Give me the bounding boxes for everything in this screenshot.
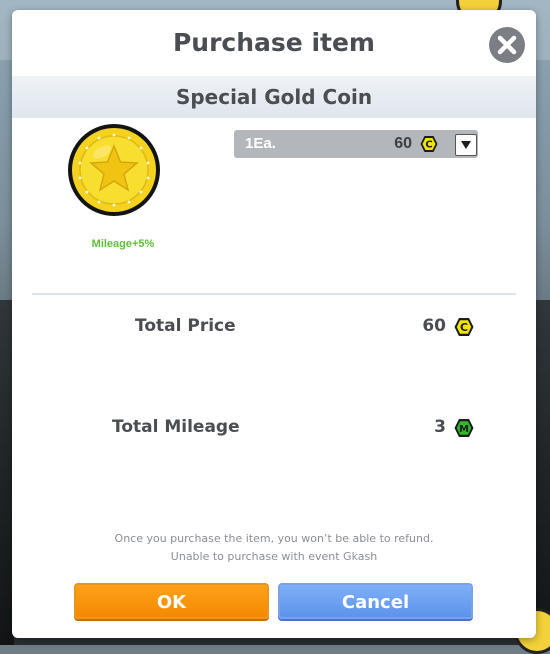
- svg-text:C: C: [425, 140, 432, 151]
- mileage-bonus-label: Mileage+5%: [91, 238, 155, 250]
- svg-text:M: M: [459, 424, 469, 435]
- section-divider: [32, 293, 516, 295]
- m-mileage-icon: M: [454, 419, 474, 437]
- dropdown-toggle[interactable]: [455, 134, 477, 156]
- close-button[interactable]: [489, 27, 525, 63]
- cancel-button[interactable]: Cancel: [278, 583, 473, 619]
- gkash-notice: Unable to purchase with event Gkash: [170, 550, 378, 563]
- item-name: Special Gold Coin: [12, 76, 536, 118]
- quantity-label: 1Ea.: [245, 135, 276, 152]
- ok-button[interactable]: OK: [74, 583, 269, 619]
- quantity-select[interactable]: 1Ea. 60 C: [234, 130, 478, 158]
- total-price-value: 60: [422, 316, 446, 336]
- c-coin-icon: C: [454, 318, 474, 336]
- total-price-label: Total Price: [135, 316, 236, 336]
- triangle-down-icon: [461, 141, 471, 149]
- total-mileage-label: Total Mileage: [112, 417, 240, 437]
- quantity-price: 60: [394, 135, 412, 152]
- refund-notice: Once you purchase the item, you won’t be…: [114, 532, 434, 545]
- close-icon: [497, 35, 517, 55]
- total-mileage-value: 3: [434, 417, 446, 437]
- dialog-title: Purchase item: [172, 28, 375, 57]
- c-coin-icon: C: [420, 136, 438, 152]
- background-shadow-right: [536, 300, 550, 645]
- purchase-dialog: Purchase item Special Gold Coin Mileage+…: [12, 10, 536, 638]
- gold-coin-icon: [68, 124, 160, 216]
- svg-text:C: C: [460, 321, 468, 334]
